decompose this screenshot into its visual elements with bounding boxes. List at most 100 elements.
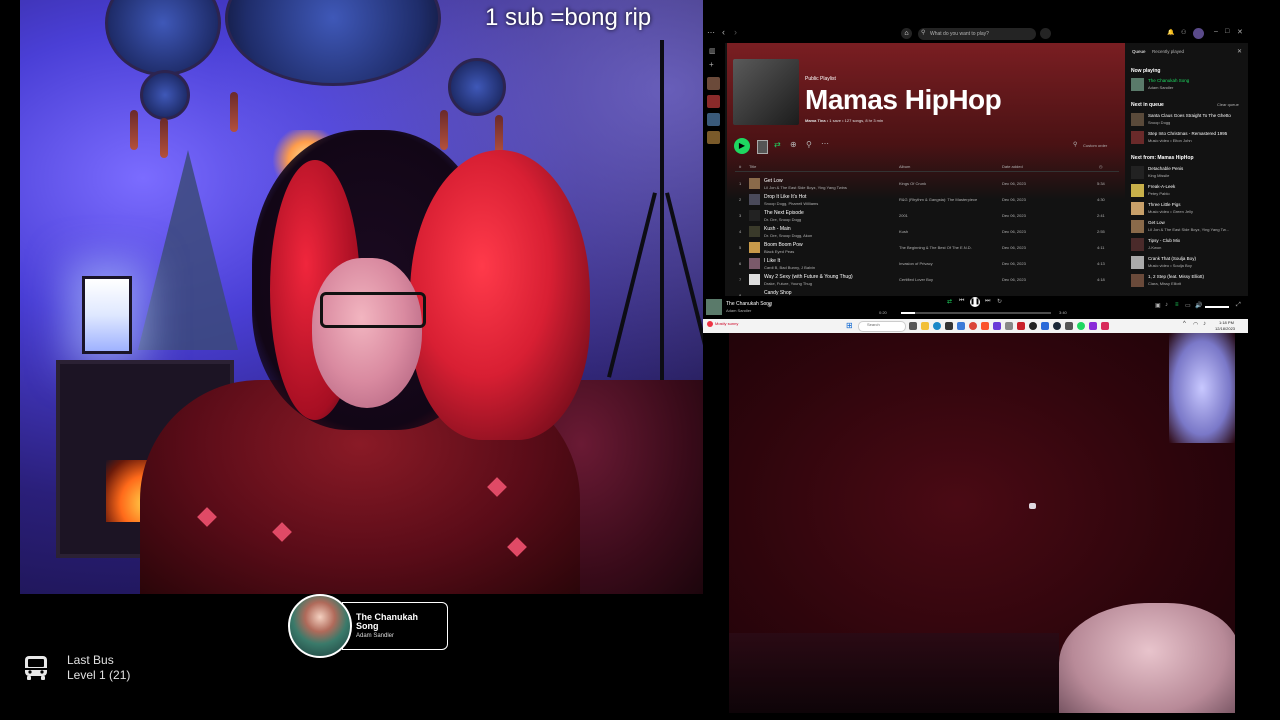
track-row[interactable]: 2 Drop It Like It's Hot Snoop Dogg, Phar…	[727, 192, 1125, 208]
queue-item[interactable]: Three Little Pigs Music video • Green Je…	[1131, 201, 1246, 218]
library-item[interactable]	[707, 77, 720, 90]
app-icon[interactable]	[1065, 322, 1073, 330]
app-icon[interactable]	[1005, 322, 1013, 330]
tray-chevron-icon[interactable]: ^	[1183, 321, 1186, 327]
queue-artist[interactable]: Music video • Green Jelly	[1148, 209, 1193, 214]
queue-artist[interactable]: Music video • Elton John	[1148, 138, 1192, 143]
queue-title[interactable]: 1, 2 Step (feat. Missy Elliott)	[1148, 274, 1204, 279]
queue-now-playing[interactable]: The Chanukah Song Adam Sandler	[1131, 77, 1246, 94]
add-user-icon[interactable]: ⚲	[806, 140, 812, 149]
queue-title[interactable]: Tipsy - Club Mix	[1148, 238, 1180, 243]
track-artist[interactable]: Black Eyed Peas	[764, 249, 794, 254]
queue-item[interactable]: Santa Claus Goes Straight To The Ghetto …	[1131, 112, 1246, 129]
app-icon[interactable]	[1101, 322, 1109, 330]
chrome-icon[interactable]	[969, 322, 977, 330]
lyrics-icon[interactable]: ♪	[1165, 302, 1168, 308]
track-artist[interactable]: Lil Jon & The East Side Boyz, Ying Yang …	[764, 185, 847, 190]
track-album[interactable]: Kush	[899, 229, 908, 234]
column-title[interactable]: Title	[749, 164, 756, 169]
queue-item[interactable]: Get Low Lil Jon & The East Side Boyz, Yi…	[1131, 219, 1246, 236]
track-row[interactable]: 1 Get Low Lil Jon & The East Side Boyz, …	[727, 176, 1125, 192]
library-item[interactable]	[707, 131, 720, 144]
friends-icon[interactable]: ⚇	[1181, 29, 1186, 36]
close-panel-icon[interactable]: ✕	[1237, 48, 1242, 55]
sort-dropdown[interactable]: Custom order	[1083, 143, 1107, 148]
track-title[interactable]: Drop It Like It's Hot	[764, 194, 806, 200]
track-title[interactable]: Kush - Main	[764, 226, 791, 232]
app-icon[interactable]	[1041, 322, 1049, 330]
tab-queue[interactable]: Queue	[1132, 49, 1146, 54]
track-row[interactable]: 3 The Next Episode Dr. Dre, Snoop Dogg 2…	[727, 208, 1125, 224]
browse-icon[interactable]	[1040, 28, 1051, 39]
add-icon[interactable]: +	[709, 60, 714, 69]
app-icon[interactable]	[1017, 322, 1025, 330]
track-title[interactable]: Way 2 Sexy (with Future & Young Thug)	[764, 274, 853, 280]
queue-item[interactable]: Crank That (Soulja Boy) Music video • So…	[1131, 255, 1246, 272]
queue-artist[interactable]: King Missile	[1148, 173, 1169, 178]
track-title[interactable]: Boom Boom Pow	[764, 242, 803, 248]
back-icon[interactable]: ‹	[722, 27, 725, 37]
start-icon[interactable]: ⊞	[846, 321, 853, 330]
file-explorer-icon[interactable]	[921, 322, 929, 330]
more-icon[interactable]: ⋯	[821, 139, 829, 148]
queue-artist[interactable]: Lil Jon & The East Side Boyz, Ying Yang …	[1148, 227, 1229, 232]
minimize-icon[interactable]: –	[1214, 28, 1218, 35]
track-album[interactable]: Invasion of Privacy	[899, 261, 933, 266]
track-artist[interactable]: Cardi B, Bad Bunny, J Balvin	[764, 265, 815, 270]
previous-icon[interactable]: ⏮	[959, 298, 964, 305]
queue-item[interactable]: Tipsy - Club Mix J-Kwon	[1131, 237, 1246, 254]
shuffle-icon[interactable]: ⇄	[774, 140, 781, 149]
forward-icon[interactable]: ›	[734, 27, 737, 37]
download-icon[interactable]: ⊕	[790, 140, 797, 149]
queue-artist[interactable]: Adam Sandler	[1148, 85, 1173, 90]
app-icon[interactable]	[993, 322, 1001, 330]
volume-slider[interactable]	[1205, 306, 1229, 308]
track-artist[interactable]: Dr. Dre, Snoop Dogg, Akon	[764, 233, 812, 238]
queue-item[interactable]: Freak-A-Leek Petey Pablo	[1131, 183, 1246, 200]
shuffle-icon[interactable]: ⇄	[947, 298, 952, 305]
queue-title[interactable]: Three Little Pigs	[1148, 202, 1181, 207]
track-album[interactable]: Kings Of Crunk	[899, 181, 926, 186]
task-view-icon[interactable]	[909, 322, 917, 330]
now-playing-view-icon[interactable]: ▣	[1155, 302, 1161, 309]
queue-artist[interactable]: Petey Pablo	[1148, 191, 1170, 196]
obs-icon[interactable]	[1029, 322, 1037, 330]
queue-artist[interactable]: Snoop Dogg	[1148, 120, 1170, 125]
track-row[interactable]: 4 Kush - Main Dr. Dre, Snoop Dogg, Akon …	[727, 224, 1125, 240]
queue-title[interactable]: Freak-A-Leek	[1148, 184, 1175, 189]
brave-icon[interactable]	[981, 322, 989, 330]
app-icon[interactable]	[1089, 322, 1097, 330]
search-input[interactable]: What do you want to play?	[918, 28, 1036, 40]
spotify-icon[interactable]	[1077, 322, 1085, 330]
track-artist[interactable]: Dr. Dre, Snoop Dogg	[764, 217, 801, 222]
clock-date[interactable]: 12/18/2023	[1215, 326, 1235, 331]
track-album[interactable]: R&G (Rhythm & Gangsta): The Masterpiece	[899, 197, 977, 202]
track-artist[interactable]: Drake, Future, Young Thug	[764, 281, 812, 286]
volume-icon[interactable]: 🔊	[1195, 302, 1202, 309]
track-album[interactable]: Certified Lover Boy	[899, 277, 933, 282]
repeat-icon[interactable]: ↻	[997, 298, 1002, 305]
track-title[interactable]: I Like It	[764, 258, 780, 264]
queue-artist[interactable]: J-Kwon	[1148, 245, 1161, 250]
queue-artist[interactable]: Music video • Soulja Boy	[1148, 263, 1192, 268]
avatar[interactable]	[1193, 28, 1204, 39]
edge-icon[interactable]	[933, 322, 941, 330]
add-to-library-icon[interactable]: ⊕	[767, 302, 772, 309]
fullscreen-icon[interactable]: ⤢	[1236, 302, 1241, 309]
playlist-thumb-icon[interactable]	[757, 140, 768, 154]
queue-artist[interactable]: Ciara, Missy Elliott	[1148, 281, 1181, 286]
queue-title[interactable]: Detachable Penis	[1148, 166, 1183, 171]
queue-item[interactable]: 1, 2 Step (feat. Missy Elliott) Ciara, M…	[1131, 273, 1246, 290]
queue-title[interactable]: Crank That (Soulja Boy)	[1148, 256, 1196, 261]
close-icon[interactable]: ✕	[1237, 28, 1243, 36]
library-item[interactable]	[707, 95, 720, 108]
search-box[interactable]	[858, 321, 906, 332]
column-date[interactable]: Date added	[1002, 164, 1023, 169]
queue-item[interactable]: Step Into Christmas - Remastered 1995 Mu…	[1131, 130, 1246, 147]
steam-icon[interactable]	[1053, 322, 1061, 330]
pause-button[interactable]: ❚❚	[970, 297, 980, 307]
queue-item[interactable]: Detachable Penis King Missile	[1131, 165, 1246, 182]
track-row[interactable]: 7 Way 2 Sexy (with Future & Young Thug) …	[727, 272, 1125, 288]
track-artist[interactable]: Snoop Dogg, Pharrell Williams	[764, 201, 818, 206]
column-album[interactable]: Album	[899, 164, 910, 169]
